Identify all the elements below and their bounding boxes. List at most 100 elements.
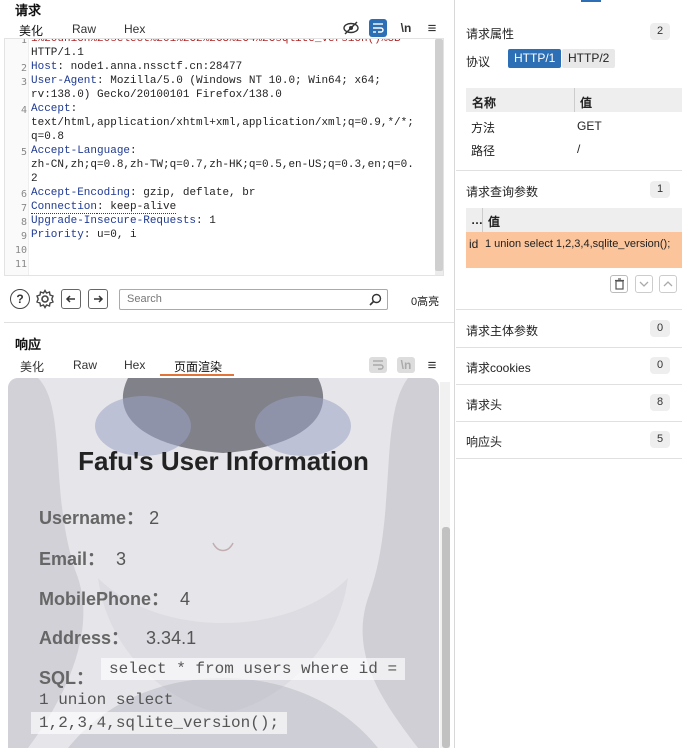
request-line: Accept-Encoding: gzip, deflate, br — [31, 187, 255, 199]
line-text: zh-CN,zh;q=0.8,zh-TW;q=0.7,zh-HK;q=0.5,e… — [31, 159, 414, 171]
response-tab-render[interactable]: 页面渲染 — [174, 358, 222, 375]
protocol-http2-button[interactable]: HTTP/2 — [562, 49, 616, 68]
request-line: 1%20union%20select%201%2C2%2C3%2C4%2Csql… — [31, 39, 401, 45]
move-down-button[interactable] — [635, 275, 653, 293]
section-request-headers[interactable]: 请求头 8 — [456, 384, 682, 422]
header-name: User-Agent — [31, 75, 98, 87]
arrow-left-icon — [65, 295, 75, 303]
query-count: 1 — [650, 181, 670, 198]
eye-off-icon[interactable] — [342, 20, 360, 36]
highlight-count: 0高亮 — [411, 296, 440, 308]
line-number: 6 — [20, 189, 27, 200]
query-row-value: 1 union select 1,2,3,4,sqlite_version(); — [485, 238, 671, 250]
header-name: Host — [31, 61, 58, 73]
section-body-params[interactable]: 请求主体参数 0 — [456, 310, 682, 348]
address-value: 3.34.1 — [146, 628, 197, 648]
attributes-count: 2 — [650, 23, 670, 40]
newline-toggle-icon[interactable]: \n — [397, 20, 415, 36]
page-heading: Fafu's User Information — [78, 446, 369, 476]
attr-col-divider — [574, 88, 575, 112]
mobile-field: MobilePhone： 4 — [39, 585, 190, 611]
line-number: 2 — [20, 63, 27, 74]
header-name: Accept-Encoding — [31, 187, 131, 199]
line-number: 9 — [20, 231, 27, 242]
attributes-title[interactable]: 请求属性 — [466, 25, 514, 42]
header-value: : gzip, deflate, br — [130, 187, 256, 199]
response-tab-hex[interactable]: Hex — [124, 358, 145, 372]
request-line: Accept-Language: — [31, 145, 137, 157]
query-title[interactable]: 请求查询参数 — [466, 183, 538, 200]
request-line: Upgrade-Insecure-Requests: 1 — [31, 215, 216, 227]
response-menu-icon[interactable]: ≡ — [424, 357, 440, 374]
header-value: : — [70, 103, 78, 115]
mobile-label: MobilePhone： — [39, 589, 169, 609]
header-name: Connection — [31, 201, 98, 214]
request-line: User-Agent: Mozilla/5.0 (Windows NT 10.0… — [31, 75, 381, 87]
header-value: : — [130, 145, 137, 157]
request-line: 2 — [31, 173, 38, 185]
gear-icon[interactable] — [34, 288, 56, 310]
next-match-button[interactable] — [88, 289, 108, 309]
header-name: Accept-Language — [31, 145, 131, 157]
line-number: 10 — [14, 245, 27, 256]
rendered-page: Fafu's User Information Username： 2 Emai… — [8, 378, 439, 748]
search-input[interactable]: Search — [119, 289, 388, 310]
line-text: 2 — [31, 173, 38, 185]
request-line: text/html,application/xhtml+xml,applicat… — [31, 117, 414, 129]
request-headers-label: 请求头 — [466, 398, 503, 412]
render-scrollbar[interactable] — [442, 527, 450, 748]
sql-line-2: 1 union select — [39, 691, 174, 709]
username-label: Username： — [39, 508, 145, 528]
sql-line-3: 1,2,3,4,sqlite_version(); — [31, 712, 288, 734]
request-line: q=0.8 — [31, 131, 64, 143]
editor-panel: 请求 美化 Raw Hex \n ≡ 1 1%20union%20select%2… — [0, 0, 455, 748]
request-line: Priority: u=0, i — [31, 229, 137, 241]
response-tab-pretty[interactable]: 美化 — [20, 358, 44, 375]
request-line: zh-CN,zh;q=0.8,zh-TW;q=0.7,zh-HK;q=0.5,e… — [31, 159, 414, 171]
delete-param-button[interactable] — [610, 275, 628, 293]
request-tab-hex[interactable]: Hex — [124, 22, 145, 36]
move-up-button[interactable] — [659, 275, 677, 293]
line-number: 5 — [20, 147, 27, 158]
chevron-up-icon — [663, 281, 673, 287]
body-params-label: 请求主体参数 — [466, 324, 539, 338]
request-line: Connection: keep-alive — [31, 201, 177, 214]
chevron-down-icon — [639, 281, 649, 287]
protocol-http1-button[interactable]: HTTP/1 — [508, 49, 562, 68]
search-icon — [369, 293, 382, 306]
query-row-name: id — [469, 237, 479, 251]
line-number: 7 — [20, 203, 27, 214]
previous-match-button[interactable] — [61, 289, 81, 309]
mobile-value: 4 — [180, 589, 191, 609]
request-editor[interactable]: 1 1%20union%20select%201%2C2%2C3%2C4%2Csq… — [4, 38, 444, 276]
attr-table-header: 名称 值 — [466, 88, 682, 112]
email-value: 3 — [116, 549, 127, 569]
request-headers-count: 8 — [650, 394, 670, 411]
inspector-tab-indicator — [581, 0, 601, 2]
query-row[interactable]: id 1 union select 1,2,3,4,sqlite_version… — [466, 232, 682, 268]
menu-icon[interactable]: ≡ — [424, 20, 440, 37]
attr-row-method-name: 方法 — [471, 121, 496, 135]
attr-col-value: 值 — [580, 96, 593, 110]
request-tab-pretty[interactable]: 美化 — [19, 22, 43, 39]
editor-scrollbar[interactable] — [435, 39, 443, 271]
help-icon[interactable]: ? — [10, 289, 30, 309]
response-title: 响应 — [15, 337, 42, 352]
header-value: : Mozilla/5.0 (Windows NT 10.0; Win64; x… — [97, 75, 381, 87]
divider — [456, 170, 682, 171]
wrap-lines-icon-disabled — [369, 357, 387, 373]
address-field: Address： 3.34.1 — [39, 624, 196, 650]
wrap-lines-icon[interactable] — [369, 19, 387, 37]
attr-col-name: 名称 — [472, 96, 497, 110]
header-value: : node1.anna.nssctf.cn:28477 — [57, 61, 243, 73]
section-response-headers[interactable]: 响应头 5 — [456, 421, 682, 459]
email-label: Email： — [39, 549, 106, 569]
line-number: 1 — [20, 38, 27, 46]
header-name: Priority — [31, 229, 84, 241]
request-line: Accept: — [31, 103, 77, 115]
section-cookies[interactable]: 请求cookies 0 — [456, 347, 682, 385]
header-name: Upgrade-Insecure-Requests — [31, 215, 197, 227]
request-tab-raw[interactable]: Raw — [72, 22, 96, 36]
line-number: 3 — [20, 77, 27, 88]
response-tab-raw[interactable]: Raw — [73, 358, 97, 372]
